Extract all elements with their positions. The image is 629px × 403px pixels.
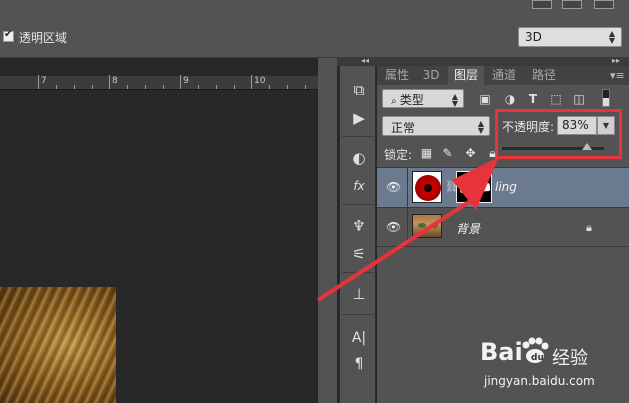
character-icon[interactable]: A| bbox=[349, 328, 369, 348]
mode-3d-value: 3D bbox=[525, 30, 542, 44]
collapse-icon[interactable]: ◂◂ bbox=[361, 56, 369, 65]
transparent-regions-checkbox[interactable] bbox=[3, 29, 14, 42]
panel-divider bbox=[318, 58, 337, 403]
paragraph-icon[interactable]: ¶ bbox=[349, 354, 369, 374]
search-icon: ⌕ bbox=[391, 96, 400, 107]
adjustment-filter-icon[interactable]: ◑ bbox=[503, 92, 517, 106]
visibility-eye-icon[interactable]: 👁︎ bbox=[386, 221, 401, 233]
minimize-button[interactable] bbox=[532, 0, 552, 9]
ruler-tick bbox=[251, 75, 252, 89]
layer-thumbnail[interactable] bbox=[412, 171, 442, 203]
layer-lock-icon: 🔒︎ bbox=[586, 221, 592, 234]
expand-icon[interactable]: ▸▸ bbox=[612, 56, 620, 65]
transparent-regions-label: 透明区域 bbox=[19, 31, 68, 45]
panel-menu-icon[interactable]: ▾≡ bbox=[610, 69, 625, 82]
updown-arrow-icon: ▲ ▼ bbox=[477, 119, 484, 135]
ruler-label: 9 bbox=[183, 76, 189, 86]
pixel-filter-icon[interactable]: ▣ bbox=[478, 92, 492, 106]
tab-3d[interactable]: 3D bbox=[418, 66, 444, 85]
watermark-url: jingyan.baidu.com bbox=[484, 374, 595, 388]
history-icon[interactable]: ⧉ bbox=[349, 80, 369, 100]
panel-tabs: 属性 3D 图层 通道 路径 bbox=[377, 66, 629, 85]
adjustments-icon[interactable]: ◐ bbox=[349, 148, 369, 168]
panel-icon-column: ⧉ ▶ ◐ fx ♆ ⚟ ⊥ A| ¶ bbox=[339, 66, 376, 403]
ruler-tick bbox=[109, 75, 110, 89]
paw-logo-icon: du bbox=[522, 337, 549, 363]
maximize-button[interactable] bbox=[562, 0, 582, 9]
tab-properties[interactable]: 属性 bbox=[380, 66, 414, 85]
brush-presets-icon[interactable]: ♆ bbox=[349, 216, 369, 236]
updown-arrow-icon: ▲ ▼ bbox=[451, 92, 458, 108]
ruler-label: 10 bbox=[254, 76, 266, 86]
visibility-column-divider bbox=[407, 167, 408, 247]
lock-all-icon[interactable]: 🔒︎ bbox=[486, 147, 499, 160]
document-image bbox=[0, 287, 116, 403]
sharingan-eye-image bbox=[415, 175, 441, 201]
watermark-suffix: 经验 bbox=[552, 348, 588, 369]
lock-transparent-icon[interactable]: ▦ bbox=[420, 147, 433, 160]
layer-filter-select[interactable]: ⌕ 类型 ▲ ▼ bbox=[382, 89, 464, 108]
panel-dock-header: ◂◂ ▸▸ bbox=[337, 56, 629, 66]
updown-arrow-icon: ▲ ▼ bbox=[608, 29, 615, 45]
clone-source-icon[interactable]: ⊥ bbox=[349, 284, 369, 304]
close-button[interactable] bbox=[594, 0, 614, 9]
visibility-eye-icon[interactable]: 👁︎ bbox=[386, 181, 401, 193]
horizontal-ruler[interactable]: 7 8 9 10 bbox=[0, 75, 318, 90]
layer-mask-thumbnail[interactable] bbox=[456, 171, 492, 203]
layer-name[interactable]: 背景 bbox=[456, 220, 480, 237]
lock-image-icon[interactable]: ✎ bbox=[441, 147, 454, 160]
ruler-tick bbox=[38, 75, 39, 89]
blend-mode-value: 正常 bbox=[391, 121, 416, 135]
tab-channels[interactable]: 通道 bbox=[487, 66, 521, 85]
annotation-highlight-box bbox=[495, 109, 622, 159]
blend-mode-select[interactable]: 正常 ▲ ▼ bbox=[382, 116, 490, 136]
smartobject-filter-icon[interactable]: ◫ bbox=[572, 92, 586, 106]
svg-text:du: du bbox=[531, 353, 544, 363]
type-filter-icon[interactable]: T bbox=[526, 92, 540, 106]
shape-filter-icon[interactable]: ⬚ bbox=[549, 92, 563, 106]
title-bar bbox=[0, 0, 629, 16]
layer-name[interactable]: ling bbox=[495, 180, 517, 194]
lock-label: 锁定: bbox=[384, 148, 413, 162]
ruler-label: 8 bbox=[112, 76, 118, 86]
fx-styles-icon[interactable]: fx bbox=[349, 176, 369, 196]
tab-layers[interactable]: 图层 bbox=[448, 66, 484, 85]
tab-paths[interactable]: 路径 bbox=[527, 66, 561, 85]
play-action-icon[interactable]: ▶ bbox=[349, 108, 369, 128]
filter-kind-value: 类型 bbox=[399, 93, 424, 107]
layer-thumbnail[interactable] bbox=[412, 214, 442, 238]
filter-toggle[interactable] bbox=[602, 89, 610, 107]
tool-presets-icon[interactable]: ⚟ bbox=[349, 244, 369, 264]
lock-position-icon[interactable]: ✥ bbox=[464, 147, 477, 160]
ruler-label: 7 bbox=[41, 76, 47, 86]
ruler-tick bbox=[180, 75, 181, 89]
photoshop-window: 透明区域 3D ▲▼ 7 8 9 10 ◂◂ ▸▸ ⧉ ▶ ◐ fx ♆ ⚟ ⊥… bbox=[0, 0, 629, 403]
mode-3d-select[interactable]: 3D ▲ ▼ bbox=[518, 27, 622, 47]
